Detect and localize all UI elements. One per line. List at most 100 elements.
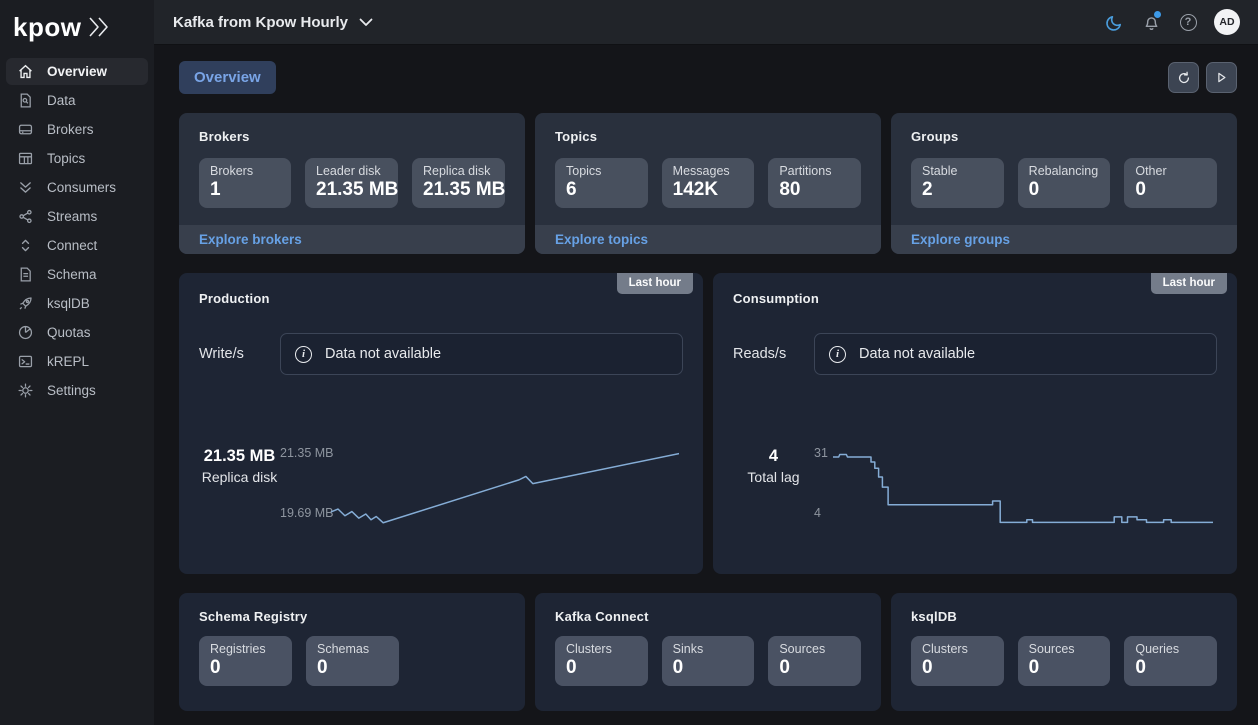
sidebar-item-connect[interactable]: Connect xyxy=(6,232,148,259)
refresh-button[interactable] xyxy=(1168,62,1199,93)
sidebar-item-overview[interactable]: Overview xyxy=(6,58,148,85)
stat-tile: Stable 2 xyxy=(911,158,1004,208)
card-title: Kafka Connect xyxy=(555,609,649,624)
integration-row: Schema Registry Registries 0 Schemas 0 Kaf… xyxy=(179,593,1237,711)
card-footer: Explore topics xyxy=(535,225,881,254)
sidebar-item-label: Consumers xyxy=(47,180,117,195)
y-max-label: 31 xyxy=(814,446,828,460)
stat-tile: Messages 142K xyxy=(661,158,755,208)
replica-disk-stat: 21.35 MB Replica disk xyxy=(201,447,278,485)
sidebar-item-label: Data xyxy=(47,93,76,108)
sidebar-item-label: Connect xyxy=(47,238,98,253)
kpow-logo-text: kpow xyxy=(13,12,82,42)
consumption-sparkline: 31 4 xyxy=(814,445,1217,533)
rocket-icon xyxy=(16,295,34,313)
stat-tile: Rebalancing 0 xyxy=(1017,158,1111,208)
sidebar-item-quotas[interactable]: Quotas xyxy=(6,319,148,346)
production-sparkline: 21.35 MB 19.69 MB xyxy=(280,445,683,533)
total-lag-stat: 4 Total lag xyxy=(747,447,800,485)
card-title: Topics xyxy=(555,129,598,144)
topics-card: Topics Topics 6 Messages 142K Partitions 80… xyxy=(535,113,881,254)
schema-registry-card: Schema Registry Registries 0 Schemas 0 xyxy=(179,593,525,711)
stat-tile: Partitions 80 xyxy=(768,158,862,208)
sidebar-item-label: ksqlDB xyxy=(47,296,90,311)
sidebar-item-label: Settings xyxy=(47,383,96,398)
sidebar-item-label: Topics xyxy=(47,151,86,166)
stat-tile: Clusters 0 xyxy=(911,636,1004,686)
production-card: Last hour Production Write/s i Data not … xyxy=(179,273,703,574)
stat-tile: Sinks 0 xyxy=(661,636,755,686)
sidebar-item-consumers[interactable]: Consumers xyxy=(6,174,148,201)
user-avatar[interactable]: AD xyxy=(1214,9,1240,35)
sidebar-item-krepl[interactable]: kREPL xyxy=(6,348,148,375)
share-nodes-icon xyxy=(16,208,34,226)
sidebar-item-label: Brokers xyxy=(47,122,94,137)
sidebar-item-ksqldb[interactable]: ksqlDB xyxy=(6,290,148,317)
play-icon xyxy=(1218,72,1226,83)
stat-tile: Other 0 xyxy=(1124,158,1218,208)
explore-brokers-link[interactable]: Explore brokers xyxy=(199,232,302,247)
info-icon: i xyxy=(295,345,312,363)
notifications-bell-icon[interactable] xyxy=(1140,11,1162,33)
refresh-icon xyxy=(1178,71,1189,83)
ksqldb-card: ksqlDB Clusters 0 Sources 0 Queries 0 xyxy=(891,593,1237,711)
brokers-card: Brokers Brokers 1 Leader disk 21.35 MB Rep… xyxy=(179,113,525,254)
sidebar-item-topics[interactable]: Topics xyxy=(6,145,148,172)
stat-tile: Queries 0 xyxy=(1124,636,1218,686)
sidebar-item-schema[interactable]: Schema xyxy=(6,261,148,288)
sparkline-chart xyxy=(331,445,679,533)
chevron-up-down-icon xyxy=(16,237,34,255)
stat-tile: Sources 0 xyxy=(1017,636,1111,686)
info-icon: i xyxy=(829,345,846,363)
main-content: Overview Brokers Brokers 1 Leader disk 2… xyxy=(154,45,1258,725)
cluster-selector[interactable]: Kafka from Kpow Hourly xyxy=(173,14,373,31)
sidebar-item-label: Quotas xyxy=(47,325,91,340)
sidebar-item-label: Schema xyxy=(47,267,97,282)
y-min-label: 4 xyxy=(814,506,821,520)
top-header: Kafka from Kpow Hourly ? AD xyxy=(154,0,1258,45)
last-hour-badge: Last hour xyxy=(616,273,693,294)
table-icon xyxy=(16,150,34,168)
y-min-label: 19.69 MB xyxy=(280,506,334,520)
stat-tile: Brokers 1 xyxy=(199,158,291,208)
dark-mode-moon-icon[interactable] xyxy=(1103,11,1125,33)
sidebar-item-brokers[interactable]: Brokers xyxy=(6,116,148,143)
stat-tile: Clusters 0 xyxy=(555,636,648,686)
stat-tile: Registries 0 xyxy=(199,636,292,686)
explore-groups-link[interactable]: Explore groups xyxy=(911,232,1010,247)
metric-label: Reads/s xyxy=(733,346,787,362)
kpow-logo: kpow xyxy=(0,0,154,50)
sparkline-chart xyxy=(833,445,1213,533)
card-title: Groups xyxy=(911,129,959,144)
monitor-row: Last hour Production Write/s i Data not … xyxy=(179,273,1237,574)
sidebar-item-settings[interactable]: Settings xyxy=(6,377,148,404)
help-icon[interactable]: ? xyxy=(1177,11,1199,33)
card-title: Brokers xyxy=(199,129,250,144)
cluster-selector-label: Kafka from Kpow Hourly xyxy=(173,13,349,31)
tab-overview[interactable]: Overview xyxy=(179,61,276,94)
kafka-connect-card: Kafka Connect Clusters 0 Sinks 0 Sources 0 xyxy=(535,593,881,711)
sidebar: kpow Overview Data Brokers Topics Consum… xyxy=(0,0,154,725)
sidebar-item-data[interactable]: Data xyxy=(6,87,148,114)
consumption-card: Last hour Consumption Reads/s i Data not… xyxy=(713,273,1237,574)
terminal-icon xyxy=(16,353,34,371)
gear-icon xyxy=(16,382,34,400)
kpow-logo-chevrons-icon xyxy=(87,16,113,38)
stat-tile: Sources 0 xyxy=(768,636,862,686)
stat-tile: Leader disk 21.35 MB xyxy=(305,158,398,208)
chevron-down-icon xyxy=(359,18,373,26)
groups-card: Groups Stable 2 Rebalancing 0 Other 0 Explo… xyxy=(891,113,1237,254)
play-button[interactable] xyxy=(1206,62,1237,93)
sidebar-item-label: kREPL xyxy=(47,354,90,369)
app-root: kpow Overview Data Brokers Topics Consum… xyxy=(0,0,1258,725)
notification-dot xyxy=(1154,11,1161,18)
explore-topics-link[interactable]: Explore topics xyxy=(555,232,648,247)
stat-tile: Replica disk 21.35 MB xyxy=(412,158,505,208)
card-title: Schema Registry xyxy=(199,609,308,624)
card-title: Production xyxy=(199,291,270,306)
sidebar-item-streams[interactable]: Streams xyxy=(6,203,148,230)
pie-chart-icon xyxy=(16,324,34,342)
card-footer: Explore brokers xyxy=(179,225,525,254)
stat-tile: Topics 6 xyxy=(555,158,648,208)
drive-icon xyxy=(16,121,34,139)
